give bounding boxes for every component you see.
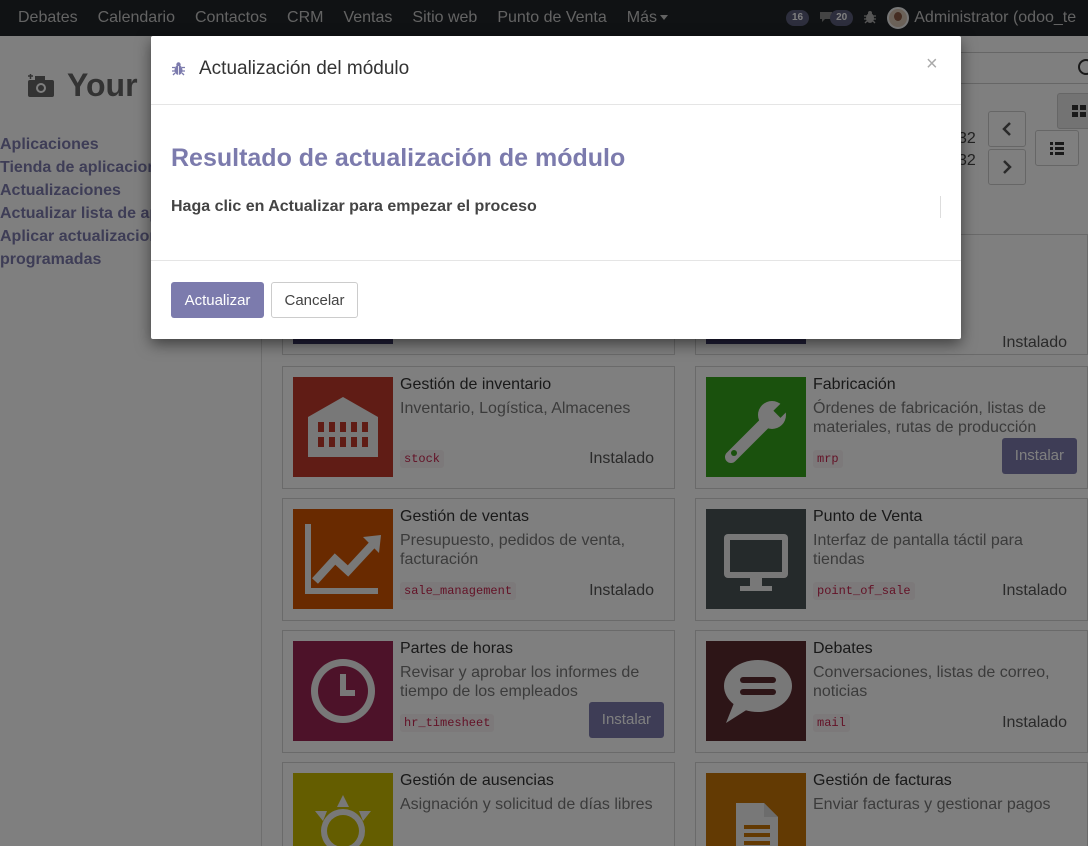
module-update-dialog: Actualización del módulo × Resultado de … [151, 36, 961, 339]
close-icon[interactable]: × [926, 54, 938, 74]
update-button[interactable]: Actualizar [171, 282, 264, 318]
instruction-text: Haga clic en Actualizar para empezar el … [171, 198, 537, 215]
modal-header: Actualización del módulo × [151, 36, 961, 105]
bug-icon [172, 62, 185, 76]
body-divider [940, 196, 941, 218]
modal-body: Resultado de actualización de módulo Hag… [151, 105, 961, 261]
cancel-button[interactable]: Cancelar [271, 282, 358, 318]
modal-title: Actualización del módulo [199, 58, 410, 79]
modal-footer: Actualizar Cancelar [151, 262, 961, 339]
result-heading: Resultado de actualización de módulo [171, 144, 626, 172]
